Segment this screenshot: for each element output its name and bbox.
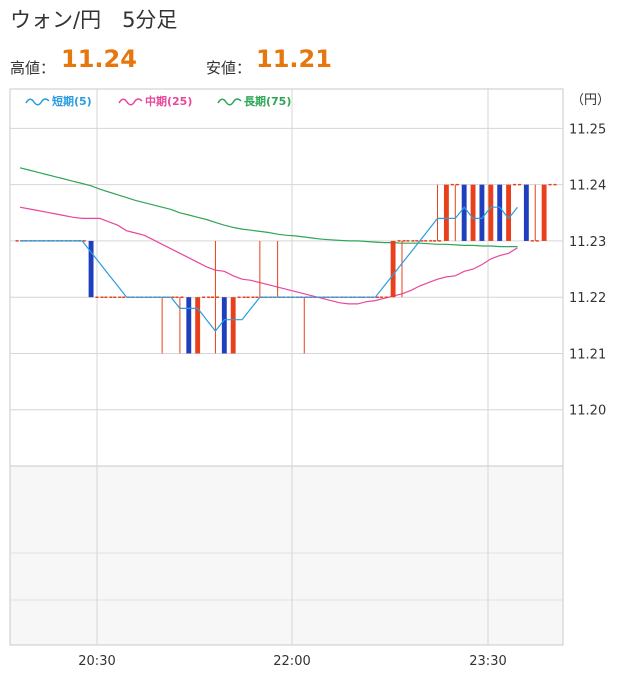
candle-body [479, 184, 485, 241]
y-tick-label: 11.24 [569, 179, 606, 194]
y-tick-label: 11.20 [569, 404, 606, 419]
candle-body [497, 184, 503, 241]
candle-body [470, 184, 476, 241]
candle-body [506, 184, 512, 241]
legend-long-label: 長期(75) [244, 94, 291, 108]
candle-body [390, 240, 396, 298]
y-tick-label: 11.25 [569, 122, 606, 137]
candle-body [195, 297, 201, 354]
candle-body [541, 184, 547, 241]
candle-body [230, 297, 236, 354]
x-tick-label: 22:00 [273, 654, 310, 669]
lower-panel [9, 465, 564, 646]
legend-mid-label: 中期(25) [145, 94, 192, 108]
y-tick-label: 11.23 [569, 235, 606, 250]
x-tick-label: 23:30 [469, 654, 506, 669]
candle-body [488, 184, 494, 241]
candle-body [186, 297, 192, 354]
candle-body [221, 297, 227, 354]
x-tick-label: 20:30 [78, 654, 115, 669]
y-tick-label: 11.22 [569, 291, 606, 306]
candle-body [523, 184, 529, 241]
y-unit-label: （円） [571, 93, 610, 108]
candle-body [443, 184, 449, 241]
candle-body [461, 184, 467, 241]
y-tick-label: 11.21 [569, 347, 606, 362]
price-chart: 11.25 11.24 11.23 11.22 11.21 11.20 20:30 22:00… [9, 88, 610, 669]
legend-short-label: 短期(5) [52, 94, 92, 108]
